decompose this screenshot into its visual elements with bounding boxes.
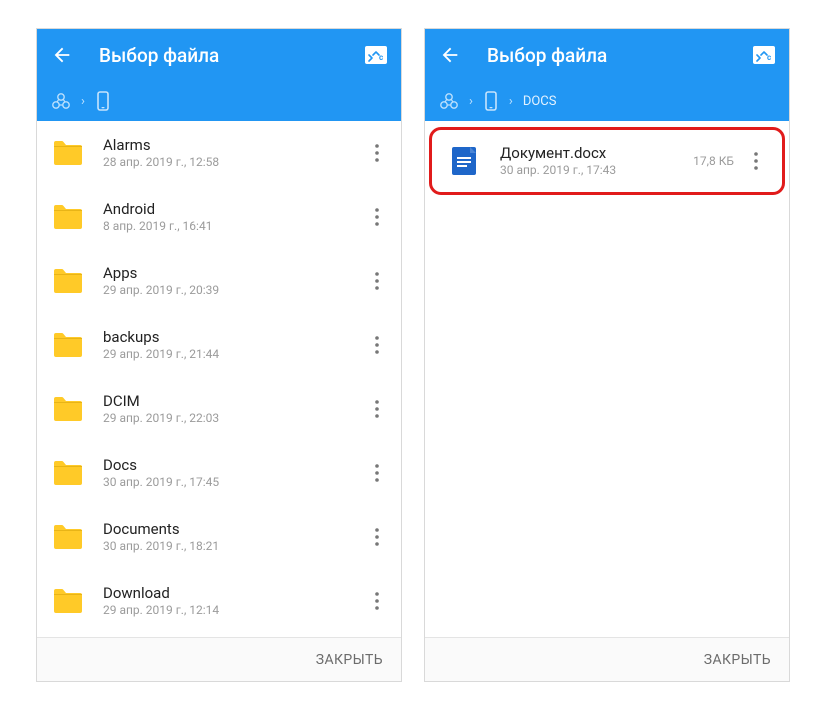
more-vert-icon [365, 589, 389, 613]
breadcrumb-separator: › [81, 94, 85, 109]
file-picker-screen-right: Выбор файла › › DOCS Документ.docx 30 ап… [424, 28, 790, 682]
list-item[interactable]: Docs 30 апр. 2019 г., 17:45 [37, 441, 401, 505]
item-name: Documents [103, 520, 359, 539]
list-item[interactable]: Documents 30 апр. 2019 г., 18:21 [37, 505, 401, 569]
more-vert-icon [365, 525, 389, 549]
close-button[interactable]: ЗАКРЫТЬ [704, 652, 771, 668]
folder-icon [51, 456, 85, 490]
item-name: Download [103, 584, 359, 603]
more-vert-icon [365, 397, 389, 421]
item-meta: 30 апр. 2019 г., 17:43 [500, 163, 693, 179]
item-overflow-button[interactable] [359, 257, 395, 305]
storage-source-icon[interactable] [365, 46, 387, 64]
folder-icon [51, 328, 85, 362]
item-meta: 29 апр. 2019 г., 12:14 [103, 603, 359, 619]
item-meta: 30 апр. 2019 г., 18:21 [103, 539, 359, 555]
item-name: Документ.docx [500, 144, 693, 163]
more-vert-icon [365, 269, 389, 293]
file-picker-screen-left: Выбор файла › Alarms 28 апр. 2019 г., 12… [36, 28, 402, 682]
list-item[interactable]: DCIM 29 апр. 2019 г., 22:03 [37, 377, 401, 441]
device-icon[interactable] [95, 91, 111, 111]
item-meta: 8 апр. 2019 г., 16:41 [103, 219, 359, 235]
item-name: DCIM [103, 392, 359, 411]
breadcrumb-folder[interactable]: DOCS [523, 94, 557, 109]
more-vert-icon [365, 205, 389, 229]
item-overflow-button[interactable] [359, 577, 395, 625]
item-size: 17,8 КБ [693, 154, 734, 168]
more-vert-icon [365, 141, 389, 165]
file-list[interactable]: Документ.docx 30 апр. 2019 г., 17:43 17,… [425, 121, 789, 637]
list-item[interactable]: backups 29 апр. 2019 г., 21:44 [37, 313, 401, 377]
app-title: Выбор файла [487, 44, 753, 67]
breadcrumb: › › DOCS [425, 81, 789, 121]
list-item[interactable]: Alarms 28 апр. 2019 г., 12:58 [37, 121, 401, 185]
breadcrumb-separator: › [509, 94, 513, 109]
list-item[interactable]: Документ.docx 30 апр. 2019 г., 17:43 17,… [434, 133, 780, 189]
item-name: Alarms [103, 136, 359, 155]
list-item[interactable]: Android 8 апр. 2019 г., 16:41 [37, 185, 401, 249]
back-icon[interactable] [439, 44, 461, 66]
item-overflow-button[interactable] [738, 137, 774, 185]
item-name: backups [103, 328, 359, 347]
item-overflow-button[interactable] [359, 449, 395, 497]
close-button[interactable]: ЗАКРЫТЬ [316, 652, 383, 668]
more-vert-icon [744, 149, 768, 173]
item-meta: 28 апр. 2019 г., 12:58 [103, 155, 359, 171]
folder-icon [51, 136, 85, 170]
item-meta: 30 апр. 2019 г., 17:45 [103, 475, 359, 491]
breadcrumb-separator: › [469, 94, 473, 109]
item-overflow-button[interactable] [359, 513, 395, 561]
network-root-icon[interactable] [51, 91, 71, 111]
storage-source-icon[interactable] [753, 46, 775, 64]
device-icon[interactable] [483, 91, 499, 111]
folder-icon [51, 264, 85, 298]
footer: ЗАКРЫТЬ [425, 637, 789, 681]
appbar: Выбор файла [37, 29, 401, 81]
list-item[interactable]: Download 29 апр. 2019 г., 12:14 [37, 569, 401, 633]
app-title: Выбор файла [99, 44, 365, 67]
folder-icon [51, 392, 85, 426]
document-icon [448, 144, 482, 178]
item-name: Android [103, 200, 359, 219]
breadcrumb: › [37, 81, 401, 121]
item-meta: 29 апр. 2019 г., 20:39 [103, 283, 359, 299]
list-item[interactable]: Apps 29 апр. 2019 г., 20:39 [37, 249, 401, 313]
file-list[interactable]: Alarms 28 апр. 2019 г., 12:58 Android 8 … [37, 121, 401, 637]
appbar: Выбор файла [425, 29, 789, 81]
highlight-annotation: Документ.docx 30 апр. 2019 г., 17:43 17,… [429, 127, 785, 195]
more-vert-icon [365, 333, 389, 357]
folder-icon [51, 520, 85, 554]
item-name: Docs [103, 456, 359, 475]
network-root-icon[interactable] [439, 91, 459, 111]
footer: ЗАКРЫТЬ [37, 637, 401, 681]
item-overflow-button[interactable] [359, 385, 395, 433]
more-vert-icon [365, 461, 389, 485]
item-meta: 29 апр. 2019 г., 22:03 [103, 411, 359, 427]
item-overflow-button[interactable] [359, 129, 395, 177]
item-meta: 29 апр. 2019 г., 21:44 [103, 347, 359, 363]
folder-icon [51, 584, 85, 618]
item-overflow-button[interactable] [359, 321, 395, 369]
folder-icon [51, 200, 85, 234]
item-name: Apps [103, 264, 359, 283]
item-overflow-button[interactable] [359, 193, 395, 241]
back-icon[interactable] [51, 44, 73, 66]
